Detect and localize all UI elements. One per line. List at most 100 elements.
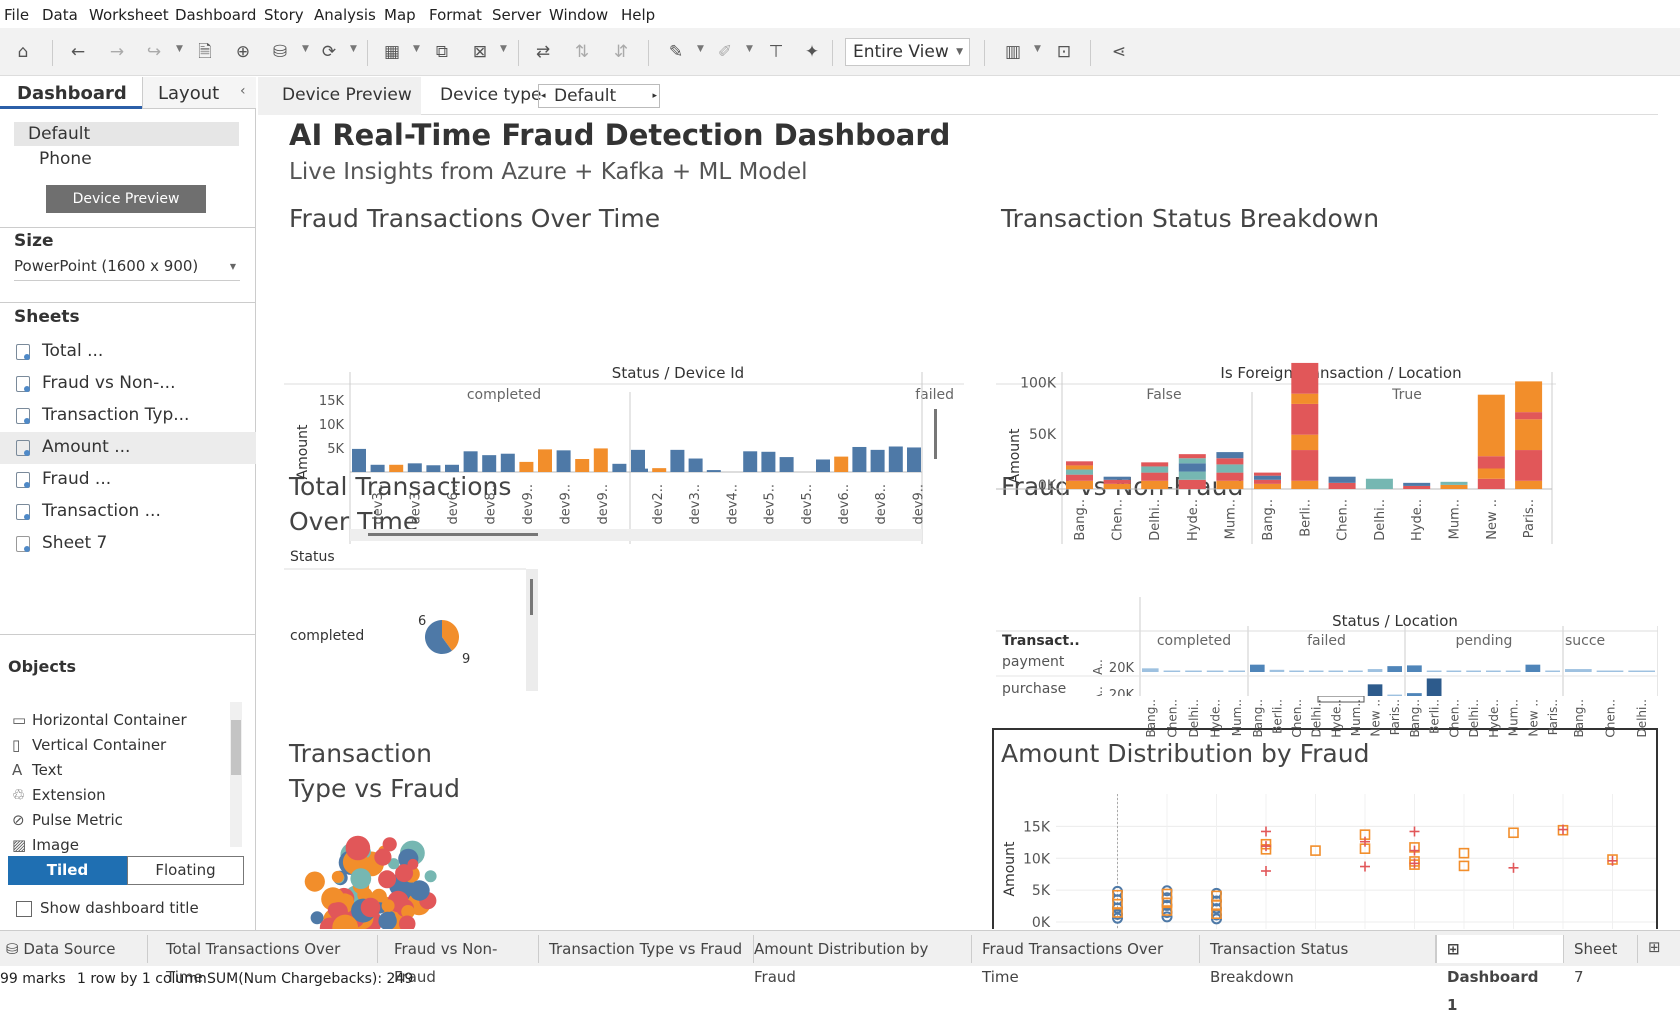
chevron-down-icon[interactable]: ▼ bbox=[413, 44, 420, 54]
new-sheet-icon[interactable]: ⊞ bbox=[1648, 938, 1661, 956]
chevron-down-icon[interactable]: ▼ bbox=[1034, 44, 1041, 54]
pulse-metric-icon: ⊘ bbox=[12, 811, 25, 829]
chart-fraud-vs-nonfraud[interactable]: Status / Location Transact.. completed fa… bbox=[996, 511, 1658, 696]
tab-fraud-over-time[interactable]: Fraud Transactions Over Time bbox=[972, 935, 1200, 986]
swap-icon[interactable]: ⇄ bbox=[531, 40, 555, 64]
new-datasource-icon[interactable]: ⊕ bbox=[231, 40, 255, 64]
chevron-down-icon[interactable]: ▼ bbox=[176, 44, 183, 54]
show-title-checkbox[interactable] bbox=[16, 901, 32, 917]
toolbar-divider bbox=[1090, 40, 1091, 66]
chevron-down-icon[interactable]: ▼ bbox=[302, 44, 309, 54]
sheet-item[interactable]: Sheet 7 bbox=[0, 528, 256, 560]
chevron-left-icon[interactable]: ◂ bbox=[541, 85, 546, 107]
menu-server[interactable]: Server bbox=[492, 6, 541, 24]
chevron-down-icon[interactable]: ▼ bbox=[746, 44, 753, 54]
collapse-panel-icon[interactable]: ‹ bbox=[240, 83, 246, 99]
sheet-item[interactable]: Transaction ... bbox=[0, 496, 256, 528]
device-phone[interactable]: Phone bbox=[39, 149, 92, 169]
tab-status-breakdown[interactable]: Transaction Status Breakdown bbox=[1200, 935, 1436, 986]
new-sheet-icon[interactable]: ▦ bbox=[380, 40, 404, 64]
highlight-icon[interactable]: ✎ bbox=[664, 40, 688, 64]
chevron-down-icon[interactable]: ▼ bbox=[350, 44, 357, 54]
menu-data[interactable]: Data bbox=[42, 6, 78, 24]
tab-fraud-vs-nonfraud[interactable]: Fraud vs Non-Fraud bbox=[384, 935, 539, 986]
floating-button[interactable]: Floating bbox=[127, 856, 244, 885]
replay-icon[interactable]: ↪ bbox=[142, 40, 166, 64]
device-preview-button[interactable]: Device Preview bbox=[46, 185, 206, 213]
chart-fraud-over-time[interactable]: Status / Device Id completed failed Amou… bbox=[284, 244, 964, 574]
tab-type-vs-fraud[interactable]: Transaction Type vs Fraud bbox=[539, 935, 754, 963]
show-me-icon[interactable]: ▥ bbox=[1001, 40, 1025, 64]
chart-total-transactions[interactable]: Status completed 6 9 bbox=[284, 541, 544, 691]
datasource-icon[interactable]: ⛁ bbox=[268, 40, 292, 64]
device-type-select[interactable]: ◂ Default ▸ bbox=[538, 84, 660, 108]
tab-total-transactions[interactable]: Total Transactions Over Time bbox=[156, 935, 378, 986]
chart1-xtick: dev9.. bbox=[559, 484, 574, 524]
sort-asc-icon[interactable]: ⇅ bbox=[570, 40, 594, 64]
sheet-item[interactable]: Total ... bbox=[0, 336, 256, 368]
clear-sheet-icon[interactable]: ⊠ bbox=[468, 40, 492, 64]
annotate-icon[interactable]: ✐ bbox=[713, 40, 737, 64]
presentation-icon[interactable]: ⊡ bbox=[1052, 40, 1076, 64]
sheet-label: Fraud vs Non-... bbox=[42, 373, 176, 393]
menu-worksheet[interactable]: Worksheet bbox=[89, 6, 169, 24]
sheet-item[interactable]: Transaction Typ... bbox=[0, 400, 256, 432]
menu-window[interactable]: Window bbox=[549, 6, 608, 24]
object-extension[interactable]: ♲ Extension bbox=[12, 786, 106, 804]
object-vertical-container[interactable]: ▯ Vertical Container bbox=[12, 736, 166, 754]
save-icon[interactable]: 🗎 bbox=[193, 40, 217, 64]
label-icon[interactable]: ⊤ bbox=[764, 40, 788, 64]
object-image[interactable]: ▨ Image bbox=[12, 836, 79, 854]
menu-map[interactable]: Map bbox=[384, 6, 416, 24]
tab-data-source[interactable]: ⛁ Data Source bbox=[0, 935, 148, 963]
chart4-bar bbox=[1328, 670, 1344, 672]
menu-help[interactable]: Help bbox=[621, 6, 655, 24]
redo-icon[interactable]: → bbox=[105, 40, 129, 64]
tab-dashboard[interactable]: Dashboard bbox=[0, 77, 142, 109]
chart-type-vs-fraud[interactable] bbox=[284, 806, 464, 929]
device-preview-tab[interactable]: Device Preview bbox=[258, 77, 421, 115]
chart2-bar-segment bbox=[1440, 484, 1468, 489]
chart1-bar bbox=[779, 457, 794, 472]
pin-icon[interactable]: ✦ bbox=[800, 40, 824, 64]
chart1-bar bbox=[370, 464, 385, 472]
sheet-label: Transaction ... bbox=[42, 501, 161, 521]
home-icon[interactable]: ⌂ bbox=[11, 40, 35, 64]
tab-dashboard-1[interactable]: ⊞ Dashboard 1 bbox=[1436, 935, 1564, 1014]
view-fit-select[interactable]: Entire View ▼ bbox=[845, 38, 970, 66]
duplicate-icon[interactable]: ⧉ bbox=[430, 40, 454, 64]
chevron-down-icon[interactable]: ▼ bbox=[697, 44, 704, 54]
toolbar: ⌂ ← → ↪ ▼ 🗎 ⊕ ⛁ ▼ ⟳ ▼ ▦ ▼ ⧉ ⊠ ▼ ⇄ ⇅ ⇵ ✎ … bbox=[0, 28, 1680, 76]
menu-file[interactable]: File bbox=[4, 6, 29, 24]
sheet-item[interactable]: Amount ... bbox=[0, 432, 256, 464]
tab-layout[interactable]: Layout bbox=[142, 77, 256, 109]
size-select[interactable]: PowerPoint (1600 x 900) ▼ bbox=[14, 257, 240, 281]
device-default[interactable]: Default bbox=[14, 122, 239, 146]
menu-story[interactable]: Story bbox=[264, 6, 304, 24]
chart1-bar bbox=[463, 451, 478, 472]
sort-desc-icon[interactable]: ⇵ bbox=[609, 40, 633, 64]
menu-analysis[interactable]: Analysis bbox=[314, 6, 376, 24]
share-icon[interactable]: ⋖ bbox=[1107, 40, 1131, 64]
tab-sheet-7[interactable]: Sheet 7 bbox=[1564, 935, 1638, 986]
object-horizontal-container[interactable]: ▭ Horizontal Container bbox=[12, 711, 187, 729]
sheet-label: Total ... bbox=[42, 341, 104, 361]
object-text[interactable]: A Text bbox=[12, 761, 62, 779]
chart3-scroll-thumb[interactable] bbox=[530, 579, 533, 615]
chart-amount-distribution[interactable]: Amount 0K 5K 10K 15K bbox=[996, 779, 1658, 929]
tiled-button[interactable]: Tiled bbox=[8, 856, 127, 885]
undo-icon[interactable]: ← bbox=[66, 40, 90, 64]
refresh-icon[interactable]: ⟳ bbox=[317, 40, 341, 64]
menu-dashboard[interactable]: Dashboard bbox=[175, 6, 256, 24]
chart2-bar-segment bbox=[1141, 466, 1169, 473]
tab-amount-distribution[interactable]: Amount Distribution by Fraud bbox=[744, 935, 972, 986]
sheet-item[interactable]: Fraud ... bbox=[0, 464, 256, 496]
chevron-down-icon[interactable]: ▼ bbox=[500, 44, 507, 54]
chevron-right-icon[interactable]: ▸ bbox=[652, 85, 657, 107]
objects-scrollbar[interactable] bbox=[230, 702, 242, 847]
scroll-thumb[interactable] bbox=[231, 720, 241, 775]
menu-format[interactable]: Format bbox=[429, 6, 482, 24]
sheet-item[interactable]: Fraud vs Non-... bbox=[0, 368, 256, 400]
chart4-xtick: Paris.. bbox=[1388, 699, 1402, 735]
object-pulse-metric[interactable]: ⊘ Pulse Metric bbox=[12, 811, 123, 829]
